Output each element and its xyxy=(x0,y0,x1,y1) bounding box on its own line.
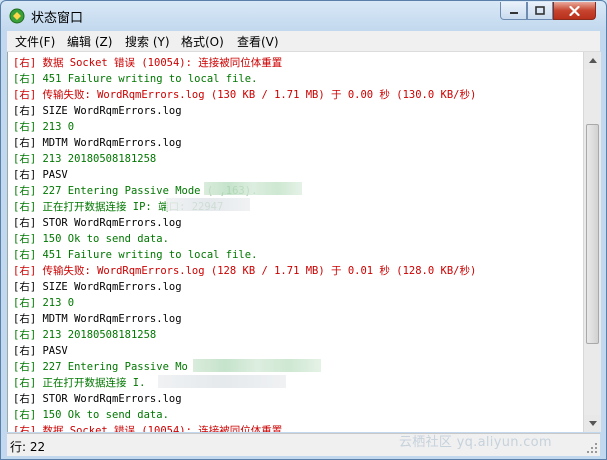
resize-grip-icon[interactable] xyxy=(586,442,598,454)
log-line: [右] 451 Failure writing to local file. xyxy=(13,73,258,85)
menu-edit[interactable]: 编辑 (Z) xyxy=(67,33,112,50)
log-line: [右] STOR WordRqmErrors.log xyxy=(13,217,182,229)
redaction-blur xyxy=(193,359,321,372)
log-line: [右] 213 0 xyxy=(13,121,75,133)
scroll-up-button[interactable] xyxy=(584,52,601,69)
menu-view[interactable]: 查看(V) xyxy=(237,33,279,50)
log-line: [右] 213 20180508181258 xyxy=(13,153,157,165)
status-window: 状态窗口 文件(F) 编辑 (Z) 搜索 (Y) 格式(O) 查看(V) [右]… xyxy=(0,0,607,460)
arrow-up-icon xyxy=(588,58,597,63)
log-line: [右] STOR WordRqmErrors.log xyxy=(13,393,182,405)
close-icon xyxy=(569,5,580,16)
title-bar[interactable]: 状态窗口 xyxy=(1,1,606,30)
redaction-blur xyxy=(204,182,302,195)
log-line: [右] 数据 Socket 错误 (10054): 连接被同位体重置 xyxy=(13,425,283,432)
menu-format[interactable]: 格式(O) xyxy=(181,33,224,50)
scroll-down-button[interactable] xyxy=(584,415,601,432)
vertical-scrollbar[interactable] xyxy=(583,52,601,432)
log-line: [右] 150 Ok to send data. xyxy=(13,409,169,421)
app-icon xyxy=(9,8,25,24)
log-line: [右] 213 0 xyxy=(13,297,75,309)
minimize-button[interactable] xyxy=(500,2,527,20)
menu-file[interactable]: 文件(F) xyxy=(15,33,55,50)
log-line: [右] PASV xyxy=(13,169,68,181)
log-line: [右] MDTM WordRqmErrors.log xyxy=(13,313,182,325)
log-line: [右] SIZE WordRqmErrors.log xyxy=(13,281,182,293)
log-line: [右] 传输失败: WordRqmErrors.log (130 KB / 1.… xyxy=(13,89,477,101)
watermark: 云栖社区 yq.aliyun.com xyxy=(399,435,552,450)
log-line: [右] SIZE WordRqmErrors.log xyxy=(13,105,182,117)
log-line: [右] PASV xyxy=(13,345,68,357)
log-line: [右] 数据 Socket 错误 (10054): 连接被同位体重置 xyxy=(13,57,283,69)
arrow-down-icon xyxy=(588,421,597,426)
redaction-blur xyxy=(166,198,250,211)
log-line: [右] 213 20180508181258 xyxy=(13,329,157,341)
menu-search[interactable]: 搜索 (Y) xyxy=(125,33,170,50)
menu-bar: 文件(F) 编辑 (Z) 搜索 (Y) 格式(O) 查看(V) xyxy=(7,31,600,52)
redaction-blur xyxy=(158,375,286,388)
log-line: [右] 150 Ok to send data. xyxy=(13,233,169,245)
close-button[interactable] xyxy=(553,2,596,20)
log-line: [右] MDTM WordRqmErrors.log xyxy=(13,137,182,149)
window-title: 状态窗口 xyxy=(31,11,84,26)
log-line: [右] 227 Entering Passive Mo xyxy=(13,361,188,373)
line-count: 行: 22 xyxy=(10,440,46,454)
log-line: [右] 传输失败: WordRqmErrors.log (128 KB / 1.… xyxy=(13,265,477,277)
maximize-icon xyxy=(535,6,545,15)
log-output[interactable]: [右] 数据 Socket 错误 (10054): 连接被同位体重置 [右] 15… xyxy=(7,52,584,432)
minimize-icon xyxy=(509,11,518,14)
log-line: [右] 正在打开数据连接 I. xyxy=(13,377,146,389)
log-line: [右] 451 Failure writing to local file. xyxy=(13,249,258,261)
maximize-button[interactable] xyxy=(527,2,553,20)
scrollbar-thumb[interactable] xyxy=(586,124,599,344)
